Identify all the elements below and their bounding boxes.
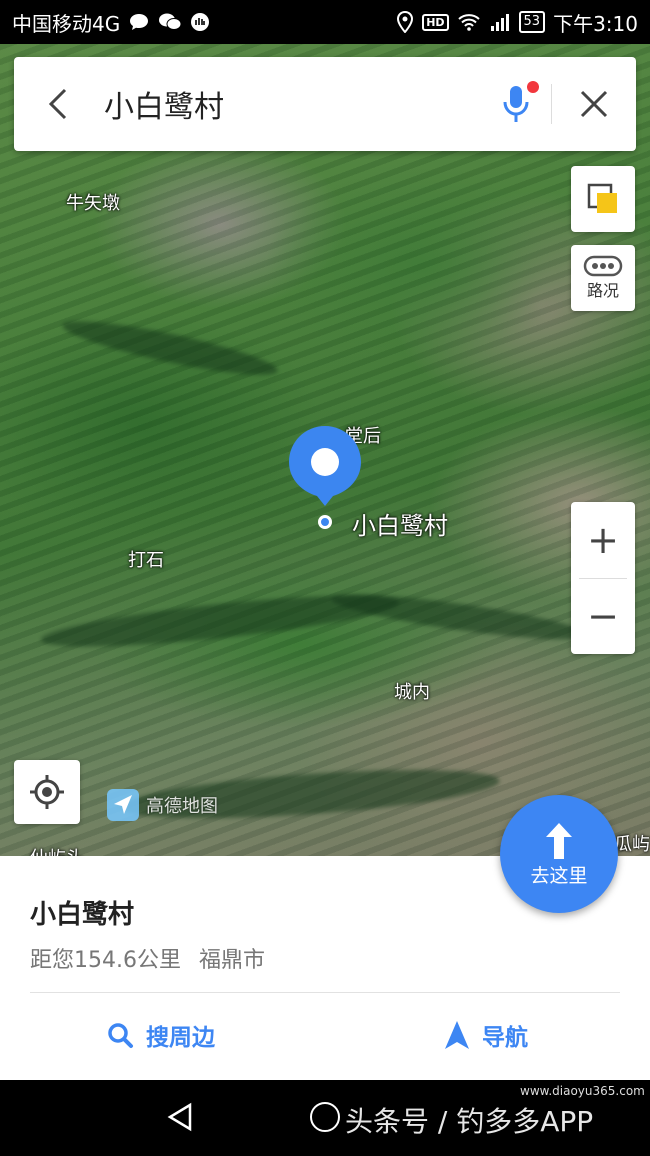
map-label-cheng-nei[interactable]: 城内 xyxy=(394,678,430,704)
clear-search-button[interactable] xyxy=(552,57,636,151)
mic-notification-dot xyxy=(527,81,539,93)
signal-icon xyxy=(489,12,511,32)
triangle-back-icon xyxy=(167,1102,192,1132)
place-city: 福鼎市 xyxy=(198,948,265,973)
card-divider xyxy=(30,992,620,993)
close-icon xyxy=(580,90,608,118)
traffic-button[interactable]: 路况 xyxy=(571,245,635,311)
screen: 中国移动4G HD 53 下午3:10 牛矢墩 堂后 小白鹭村 打石 城内 瓜屿… xyxy=(0,0,650,1156)
nav-home-button[interactable] xyxy=(310,1102,340,1132)
zoom-in-button[interactable]: + xyxy=(571,503,635,578)
hd-icon: HD xyxy=(422,13,449,31)
search-nearby-button[interactable]: 搜周边 xyxy=(106,1018,215,1052)
map-label-gua[interactable]: 瓜屿 xyxy=(614,830,650,856)
carrier-text: 中国移动4G xyxy=(12,11,121,36)
map-label-niu-shi-dun[interactable]: 牛矢墩 xyxy=(66,189,120,215)
selected-place-pin[interactable] xyxy=(287,424,363,508)
watermark-url: www.diaoyu365.com xyxy=(520,1084,645,1098)
go-here-button[interactable]: 去这里 xyxy=(500,795,618,913)
zoom-control: + − xyxy=(571,502,635,654)
nav-back-button[interactable] xyxy=(166,1102,194,1136)
my-location-button[interactable] xyxy=(14,760,80,824)
traffic-label: 路况 xyxy=(586,281,619,300)
search-bar: 小白鹭村 xyxy=(14,57,636,151)
go-here-label: 去这里 xyxy=(530,864,588,887)
place-distance: 距您154.6公里 xyxy=(30,948,181,973)
status-left: 中国移动4G xyxy=(12,8,210,37)
microphone-icon xyxy=(503,86,529,122)
system-nav-bar: 头条号 / 钓多多APP www.diaoyu365.com xyxy=(0,1080,650,1156)
app-notification-icon xyxy=(190,12,210,32)
zoom-out-button[interactable]: − xyxy=(571,579,635,654)
arrow-up-icon xyxy=(546,822,572,859)
place-subtitle: 距您154.6公里 福鼎市 xyxy=(30,942,265,974)
navigate-label: 导航 xyxy=(482,1025,528,1051)
chevron-left-icon xyxy=(48,88,67,120)
wifi-icon xyxy=(457,12,481,32)
traffic-icon xyxy=(583,255,623,277)
place-name: 小白鹭村 xyxy=(30,900,135,930)
map-layers-button[interactable] xyxy=(571,166,635,232)
status-bar: 中国移动4G HD 53 下午3:10 xyxy=(0,0,650,44)
search-query-text[interactable]: 小白鹭村 xyxy=(104,82,481,126)
watermark-text: 头条号 / 钓多多APP xyxy=(345,1105,594,1138)
map-label-village[interactable]: 小白鹭村 xyxy=(352,506,448,541)
layers-icon xyxy=(587,183,617,213)
battery-indicator: 53 xyxy=(518,11,546,33)
search-nearby-label: 搜周边 xyxy=(146,1025,215,1051)
wechat-icon xyxy=(158,12,182,32)
navigation-arrow-icon xyxy=(445,1021,469,1049)
status-right: HD 53 下午3:10 xyxy=(396,8,638,37)
navigate-button[interactable]: 导航 xyxy=(444,1018,528,1052)
voice-search-button[interactable] xyxy=(481,57,551,151)
location-icon xyxy=(396,11,414,33)
clock-text: 下午3:10 xyxy=(553,11,638,36)
amap-logo: 高德地图 xyxy=(106,788,218,822)
place-location-dot xyxy=(318,515,332,529)
crosshair-icon xyxy=(30,775,64,809)
search-icon xyxy=(108,1023,133,1048)
back-button[interactable] xyxy=(14,57,104,151)
message-icon xyxy=(128,12,150,32)
amap-logo-text: 高德地图 xyxy=(146,796,218,817)
map-label-da-shi[interactable]: 打石 xyxy=(128,546,164,572)
amap-logo-icon xyxy=(107,789,139,821)
